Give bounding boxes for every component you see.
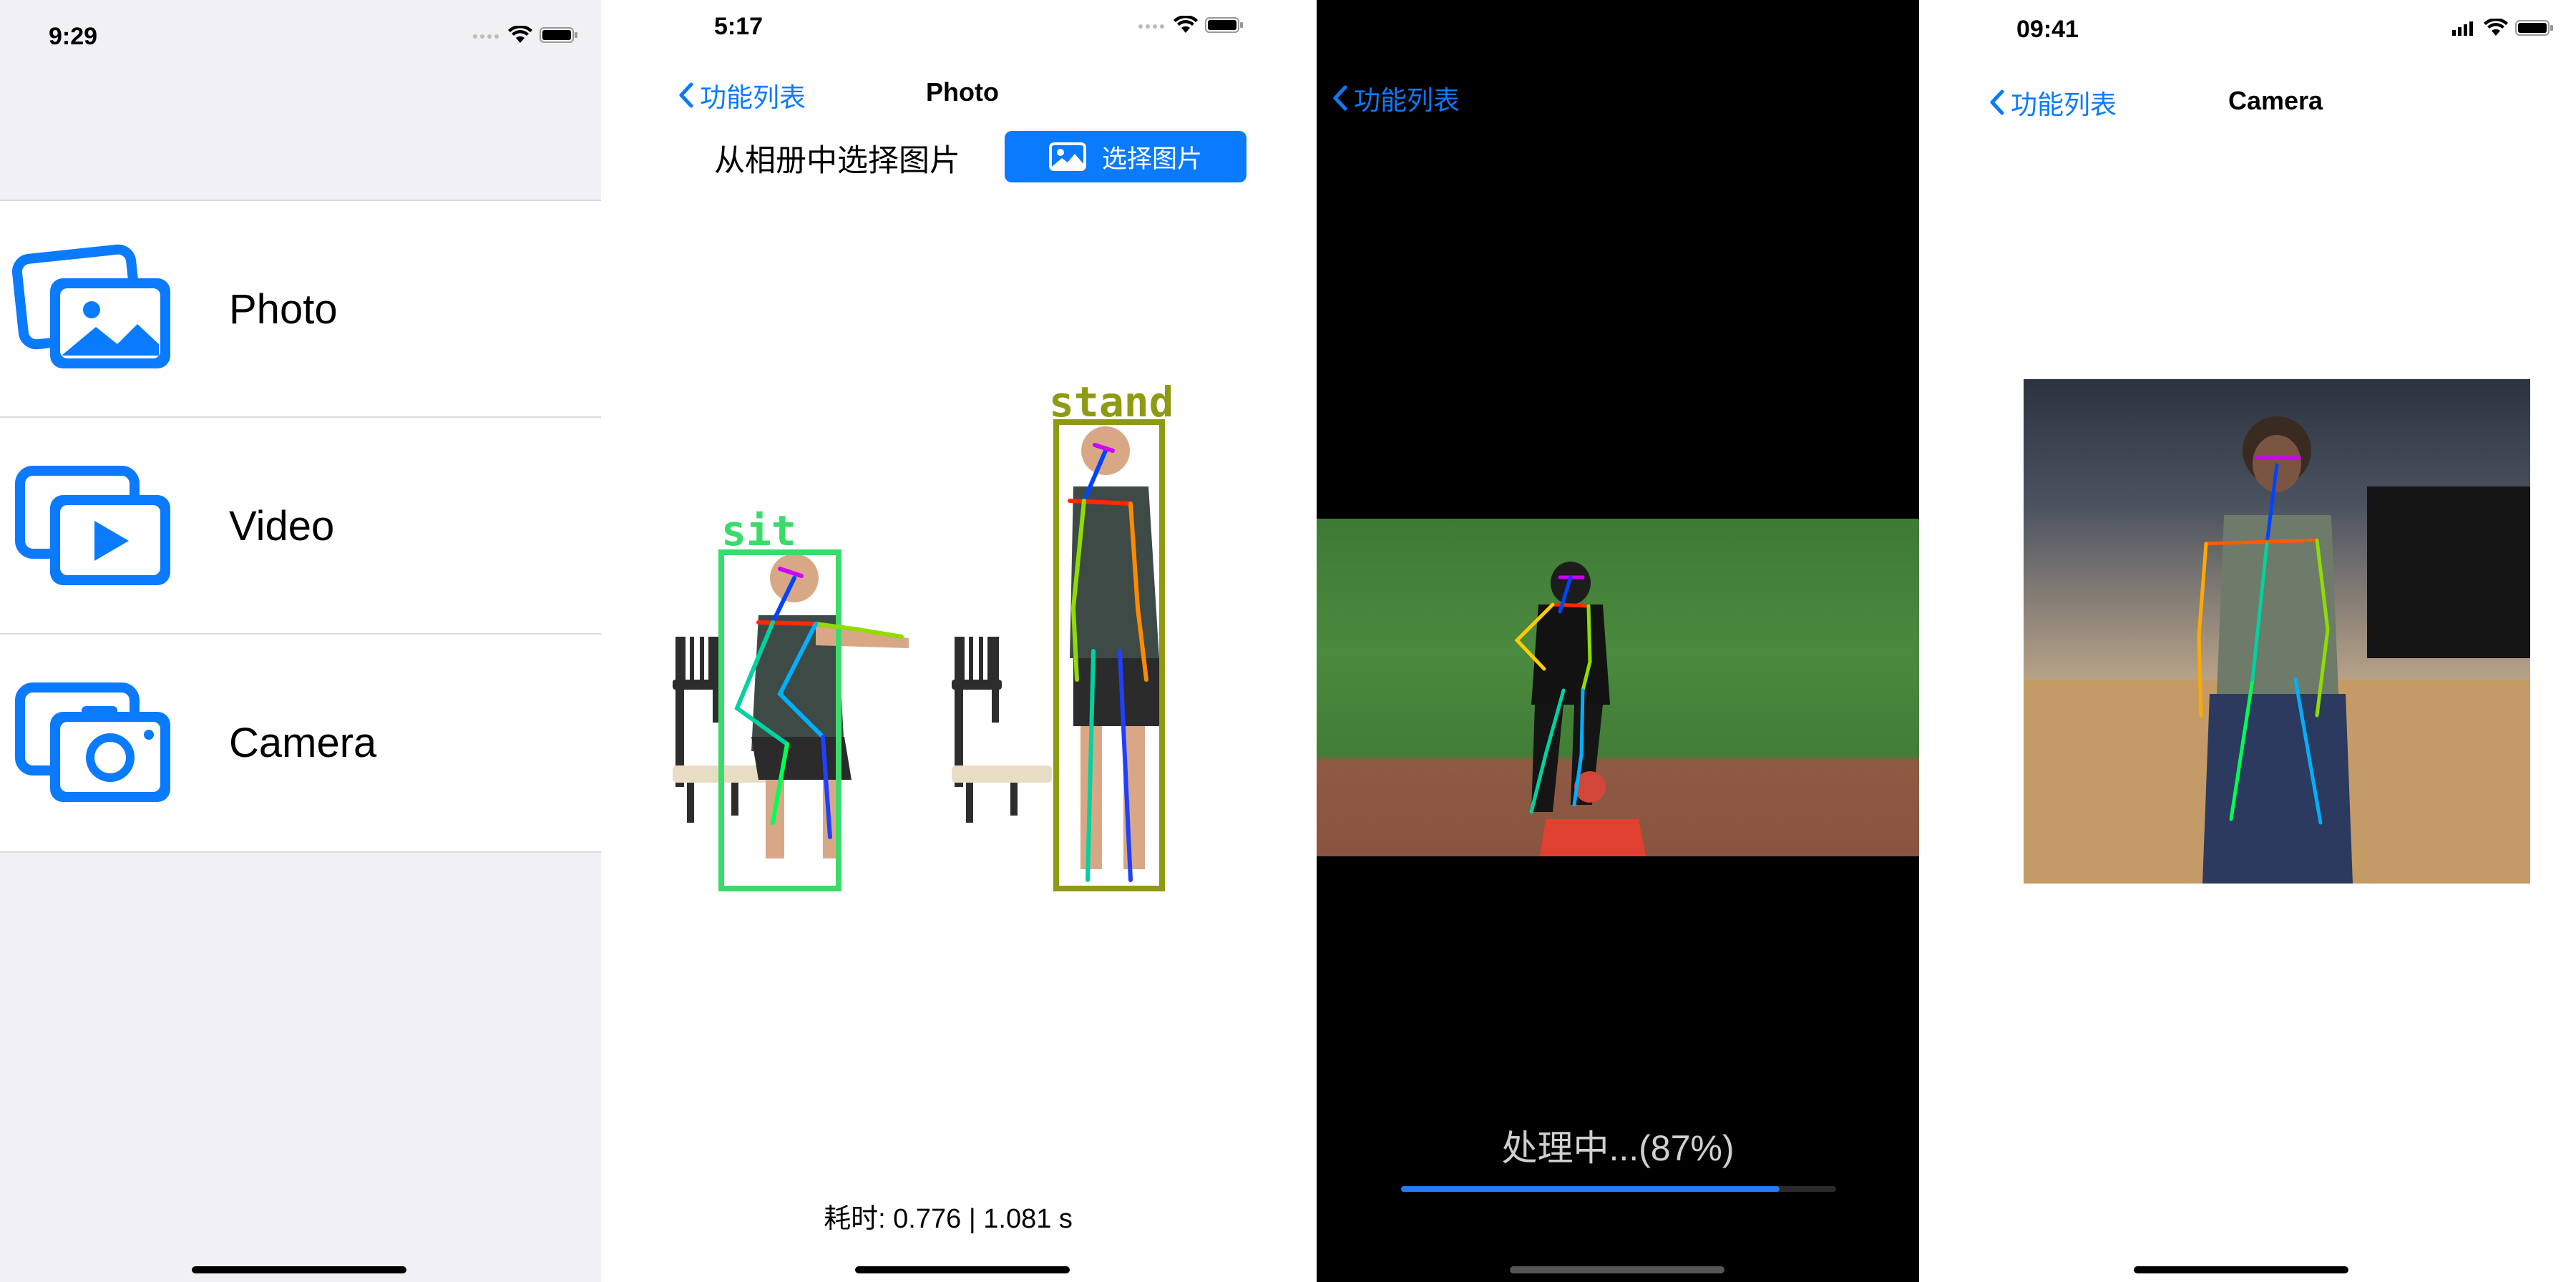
camera-pose-overlay [2024, 416, 2530, 884]
screenshot-collage: 9:29 Photo Video Camera 5:17 功能列表 Photo … [0, 0, 2576, 1282]
kid-figure [2202, 416, 2353, 884]
page-title: Photo [926, 77, 999, 107]
signal-icon [473, 34, 499, 39]
list-item-camera[interactable]: Camera [0, 635, 601, 851]
status-icons [2452, 19, 2554, 37]
progress-bar-fill [1401, 1186, 1780, 1192]
progress-text: 处理中...(87%) [1501, 1128, 1735, 1168]
person-standing [1070, 426, 1159, 869]
photos-icon [11, 244, 170, 368]
phone-video: 功能列表 处理中...(87%) [1317, 0, 1919, 1282]
back-button[interactable]: 功能列表 [678, 76, 806, 114]
sit-label: sit [721, 507, 796, 555]
list-item-photo[interactable]: Photo [0, 201, 601, 418]
back-label: 功能列表 [700, 83, 806, 112]
status-time: 5:17 [714, 13, 763, 40]
camera-preview [2024, 379, 2530, 884]
stand-label: stand [1049, 379, 1174, 426]
battery-icon [1205, 17, 1243, 33]
back-label: 功能列表 [1354, 86, 1460, 115]
list-item-video[interactable]: Video [0, 418, 601, 635]
video-frame [1317, 519, 1919, 856]
list-item-label: Camera [229, 720, 377, 766]
wifi-icon [508, 26, 532, 43]
progress-bar [1401, 1186, 1836, 1192]
battery-icon [540, 27, 577, 43]
select-image-button[interactable]: 选择图片 [1005, 131, 1246, 182]
home-indicator [192, 1266, 406, 1273]
list-item-label: Video [229, 503, 335, 549]
wifi-icon [2484, 19, 2508, 36]
chevron-left-icon [679, 82, 693, 108]
list-item-label: Photo [229, 286, 338, 333]
timing-text: 耗时: 0.776 | 1.081 s [824, 1204, 1073, 1234]
status-icons [1138, 16, 1244, 34]
pose-result-image: sit stand [673, 379, 1174, 891]
function-list: Photo Video Camera [0, 200, 601, 853]
signal-icon [2452, 21, 2473, 36]
select-image-label: 选择图片 [1101, 145, 1202, 173]
wifi-icon [1174, 16, 1198, 33]
signal-icon [1138, 24, 1164, 29]
chevron-left-icon [1990, 89, 2004, 115]
home-indicator [1510, 1266, 1724, 1273]
home-indicator [2134, 1266, 2348, 1273]
battery-icon [2515, 20, 2553, 36]
back-button[interactable]: 功能列表 [1989, 83, 2117, 122]
home-indicator [855, 1266, 1070, 1273]
video-icon [15, 466, 170, 585]
gym-wall-banner [2367, 486, 2530, 658]
phone-photo: 5:17 功能列表 Photo 从相册中选择图片 选择图片 sit stand … [601, 0, 1295, 1282]
photo-icon [1048, 142, 1086, 171]
pick-label: 从相册中选择图片 [714, 144, 960, 178]
back-button[interactable]: 功能列表 [1332, 79, 1460, 117]
phone-camera: 09:41 功能列表 Camera [1919, 0, 2576, 1282]
status-icons [472, 26, 578, 44]
video-pose-overlay [1514, 562, 1646, 856]
chair-right [952, 637, 1052, 823]
camera-icon [15, 682, 170, 802]
page-title: Camera [2228, 86, 2323, 115]
chevron-left-icon [1333, 85, 1347, 111]
player-figure [1540, 771, 1646, 856]
phone-function-list: 9:29 Photo Video Camera [0, 0, 601, 1282]
back-label: 功能列表 [2011, 90, 2117, 119]
status-time: 9:29 [49, 23, 98, 50]
status-time: 09:41 [2016, 16, 2079, 43]
